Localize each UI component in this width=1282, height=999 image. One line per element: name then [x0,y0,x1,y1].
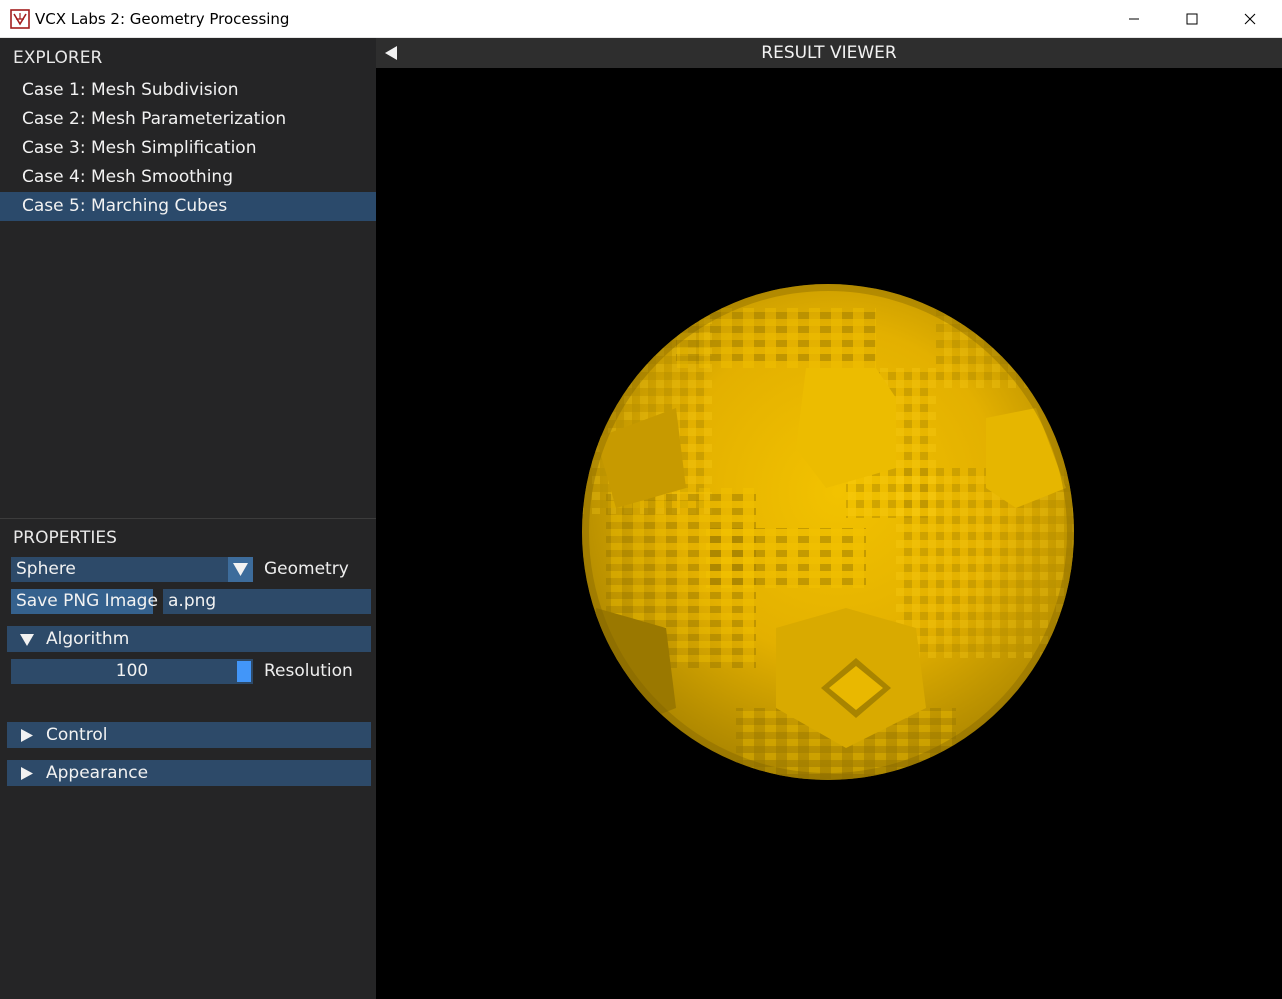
explorer-list: Case 1: Mesh Subdivision Case 2: Mesh Pa… [0,76,376,221]
render-canvas[interactable] [376,68,1282,999]
result-viewer: RESULT VIEWER [376,38,1282,999]
maximize-button[interactable] [1163,0,1221,38]
geometry-combo[interactable]: Sphere [11,557,253,582]
geometry-combo-value: Sphere [16,559,76,579]
filename-input[interactable]: a.png [163,589,371,614]
voxel-band [706,528,866,588]
minimize-icon [1129,18,1139,20]
triangle-down-icon [20,634,34,646]
appearance-section-label: Appearance [46,763,149,783]
close-button[interactable] [1221,0,1279,38]
maximize-icon [1186,13,1198,25]
explorer-item-simplification[interactable]: Case 3: Mesh Simplification [0,134,376,163]
control-section-header[interactable]: Control [7,722,371,748]
chevron-down-icon [233,563,248,576]
minimize-button[interactable] [1105,0,1163,38]
appearance-section-header[interactable]: Appearance [7,760,371,786]
resolution-slider-handle[interactable] [237,661,251,682]
properties-heading: PROPERTIES [13,528,117,548]
triangle-left-icon[interactable] [384,46,398,60]
resolution-slider[interactable]: 100 [11,659,253,684]
panel-divider[interactable] [0,518,376,519]
explorer-item-subdivision[interactable]: Case 1: Mesh Subdivision [0,76,376,105]
triangle-right-icon [21,729,33,742]
explorer-item-smoothing[interactable]: Case 4: Mesh Smoothing [0,163,376,192]
explorer-item-marching-cubes[interactable]: Case 5: Marching Cubes [0,192,376,221]
explorer-item-parameterization[interactable]: Case 2: Mesh Parameterization [0,105,376,134]
voxel-sphere [582,284,1074,780]
resolution-label: Resolution [264,661,353,681]
title-bar: VCX Labs 2: Geometry Processing [0,0,1282,38]
algorithm-section-header[interactable]: Algorithm [7,626,371,652]
algorithm-section-label: Algorithm [46,629,130,649]
window-title: VCX Labs 2: Geometry Processing [35,10,290,28]
explorer-heading: EXPLORER [13,48,103,68]
close-icon [1244,13,1256,25]
viewer-header: RESULT VIEWER [376,38,1282,68]
resolution-value: 100 [115,661,149,681]
left-panel: EXPLORER Case 1: Mesh Subdivision Case 2… [0,38,376,999]
control-section-label: Control [46,725,108,745]
app-logo-icon [10,9,30,29]
combo-arrow-button[interactable] [228,557,253,582]
save-png-button[interactable]: Save PNG Image [11,589,158,614]
geometry-label: Geometry [264,559,349,579]
triangle-right-icon [21,767,33,780]
viewer-title: RESULT VIEWER [761,43,897,63]
